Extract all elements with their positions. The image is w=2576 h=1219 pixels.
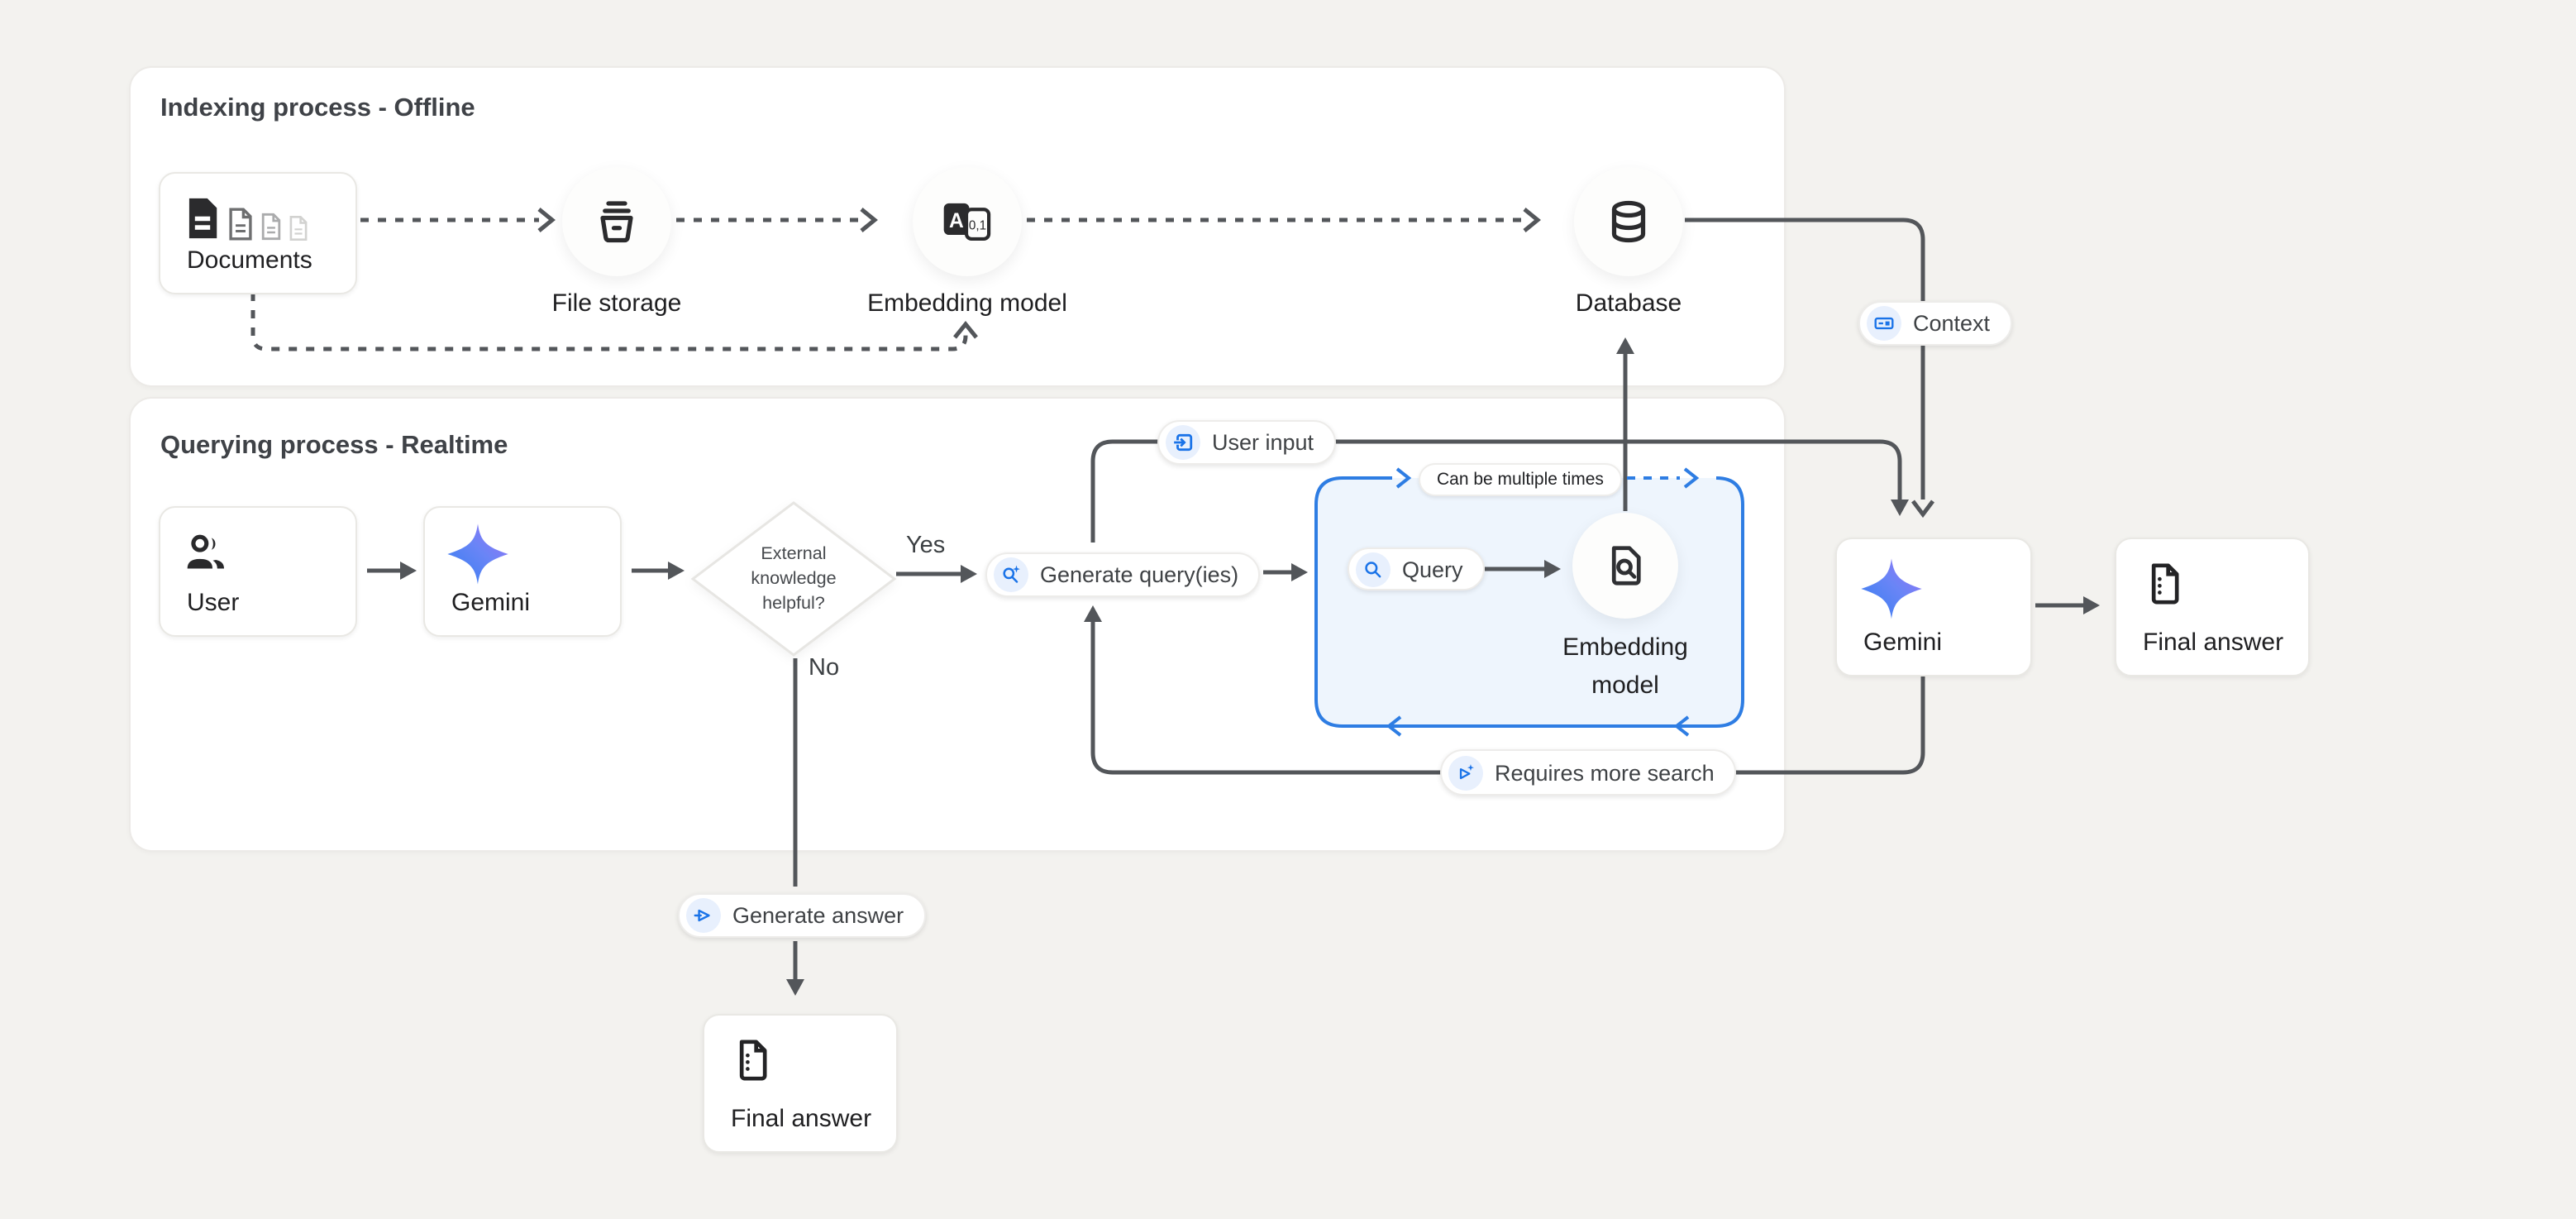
svg-text:A: A — [949, 210, 964, 232]
embedding-model-query-label: Embedding model — [1510, 629, 1741, 705]
gemini-router-node: Gemini — [423, 506, 622, 637]
send-icon — [686, 898, 721, 933]
file-storage-node — [562, 167, 671, 276]
search-spark-icon — [994, 557, 1028, 592]
edge-label-no: No — [809, 655, 839, 681]
rag-architecture-diagram: Indexing process - Offline Querying proc… — [0, 0, 2576, 1219]
embedding-model-index-node: A 0,1 — [913, 167, 1022, 276]
input-arrow-icon — [1166, 425, 1200, 460]
requires-more-search-pill: Requires more search — [1440, 749, 1736, 796]
query-pill: Query — [1348, 547, 1485, 590]
documents-node: Documents — [159, 172, 357, 294]
database-node — [1574, 167, 1683, 276]
embedding-model-index-label: Embedding model — [852, 289, 1083, 318]
querying-panel-title: Querying process - Realtime — [160, 432, 508, 461]
user-input-pill: User input — [1157, 420, 1335, 465]
user-node: User — [159, 506, 357, 637]
can-be-multiple-times-pill: Can be multiple times — [1419, 463, 1622, 496]
final-answer-right-node: Final answer — [2115, 538, 2310, 676]
final-answer-bottom-label: Final answer — [731, 1105, 871, 1133]
embedding-model-query-node — [1572, 513, 1678, 619]
svg-text:0,1: 0,1 — [969, 218, 986, 232]
gemini-star-icon — [1858, 556, 1925, 622]
final-answer-bottom-node: Final answer — [703, 1014, 898, 1153]
context-field-icon — [1867, 306, 1901, 341]
gemini-star-icon — [445, 521, 511, 587]
database-cylinder-icon — [1604, 197, 1653, 246]
gemini-answer-label: Gemini — [1863, 629, 1942, 657]
decision-diamond: External knowledge helpful? — [689, 500, 898, 658]
text-to-numbers-icon: A 0,1 — [941, 198, 994, 245]
context-pill: Context — [1858, 301, 2011, 346]
document-search-icon — [1600, 541, 1650, 590]
file-storage-label: File storage — [518, 289, 716, 318]
user-label: User — [187, 589, 239, 617]
people-icon — [184, 533, 230, 576]
search-icon — [1356, 552, 1391, 586]
database-label: Database — [1529, 289, 1728, 318]
indexing-panel-title: Indexing process - Offline — [160, 94, 475, 124]
documents-stack-icon — [184, 195, 309, 241]
document-icon — [729, 1035, 775, 1085]
generate-answer-pill: Generate answer — [678, 893, 925, 938]
branch-spark-icon — [1448, 755, 1483, 790]
document-icon — [2141, 559, 2187, 609]
decision-text: External knowledge helpful? — [689, 500, 898, 658]
documents-label: Documents — [187, 246, 312, 275]
generate-queries-pill: Generate query(ies) — [985, 552, 1260, 597]
gemini-router-label: Gemini — [451, 589, 530, 617]
final-answer-right-label: Final answer — [2143, 629, 2283, 657]
gemini-answer-node: Gemini — [1835, 538, 2032, 676]
edge-label-yes: Yes — [906, 533, 945, 559]
storage-bucket-icon — [592, 197, 642, 246]
